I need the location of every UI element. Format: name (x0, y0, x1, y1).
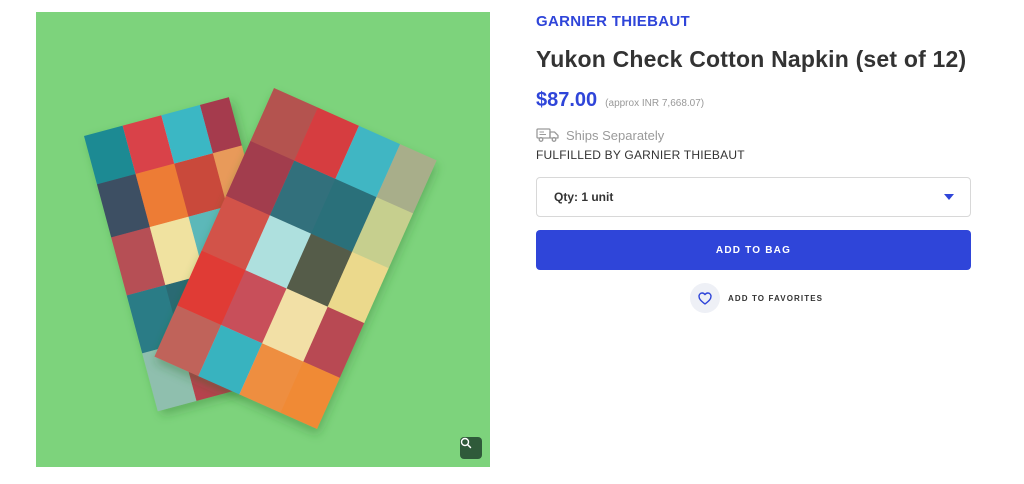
ships-separately-text: Ships Separately (566, 127, 665, 143)
quantity-select[interactable]: Qty: 1 unit (536, 177, 971, 217)
add-to-bag-button[interactable]: ADD TO BAG (536, 230, 971, 270)
fulfilled-by-text: FULFILLED BY GARNIER THIEBAUT (536, 148, 745, 162)
quantity-value: Qty: 1 unit (554, 190, 614, 204)
truck-icon (536, 127, 560, 143)
product-image[interactable] (36, 12, 490, 467)
heart-icon (690, 283, 720, 313)
approx-price: (approx INR 7,668.07) (605, 98, 705, 109)
shipping-info: Ships Separately (536, 127, 664, 143)
search-icon (460, 437, 472, 449)
zoom-button[interactable] (460, 437, 482, 459)
add-to-favorites-label: ADD TO FAVORITES (728, 293, 824, 303)
chevron-down-icon (944, 194, 954, 200)
price-row: $87.00 (approx INR 7,668.07) (536, 89, 704, 112)
napkin-illustration (84, 88, 437, 429)
product-title: Yukon Check Cotton Napkin (set of 12) (536, 46, 967, 72)
brand-link[interactable]: GARNIER THIEBAUT (536, 13, 690, 30)
add-to-favorites-button[interactable]: ADD TO FAVORITES (690, 283, 823, 313)
price: $87.00 (536, 89, 598, 111)
